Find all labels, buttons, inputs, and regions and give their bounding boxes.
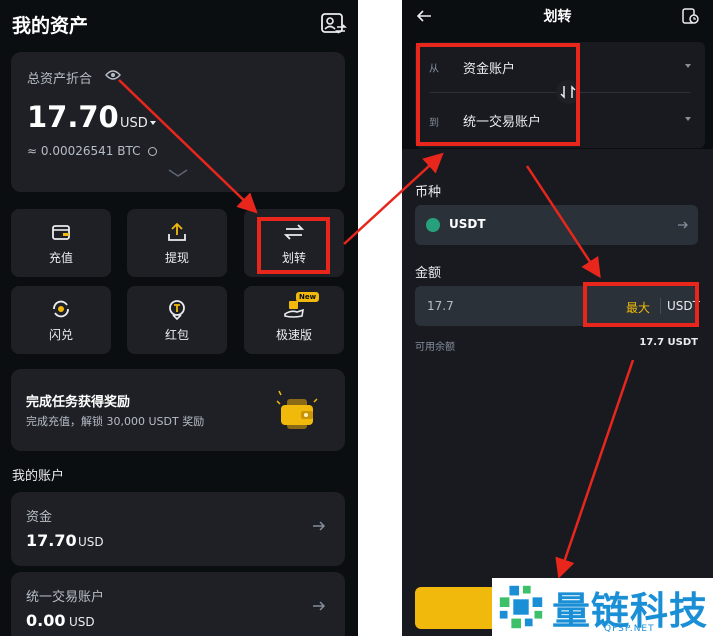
total-asset-label: 总资产折合 [27,72,93,87]
annotation-box-transfer [257,217,330,274]
funding-account-row[interactable]: 资金 17.70 USD [11,492,345,566]
withdraw-icon [168,222,186,241]
account-value: 0.00 [26,611,66,630]
watermark: 量链科技 QFSP.NET [492,578,713,636]
caret-down-icon[interactable] [150,121,156,125]
btc-value: ≈ 0.00026541 BTC [27,144,141,158]
dropdown-icon[interactable] [685,117,691,121]
annotation-box-accounts [416,43,580,146]
available-value: 17.7 USDT [639,337,698,348]
usdt-icon [426,218,440,232]
currency-selector[interactable]: USD [120,116,148,131]
total-asset-value: 17.70 [27,100,119,134]
account-unit: USD [78,535,104,549]
chevron-down-icon[interactable] [167,168,189,178]
wallet-icon [276,390,318,429]
info-icon[interactable] [148,147,158,156]
history-icon[interactable] [681,7,699,25]
deposit-label: 充值 [48,251,73,265]
deposit-button[interactable]: 充值 [11,209,111,277]
withdraw-button[interactable]: 提现 [127,209,227,277]
available-label: 可用余额 [415,342,455,353]
total-asset-card: 总资产折合 17.70 USD ≈ 0.00026541 BTC [11,52,345,192]
transfer-form: 币种 USDT 金额 17.7 最大 USDT 可用余额 17.7 USDT [402,149,713,636]
account-name: 统一交易账户 [26,590,105,605]
arrow-right-icon [678,221,688,229]
arrow-right-icon [313,601,326,611]
account-value: 17.70 [26,531,77,550]
arrow-right-icon [313,521,326,531]
lite-button[interactable]: New 极速版 [244,286,344,354]
lite-label: 极速版 [275,328,312,342]
coin-label: 币种 [415,185,442,200]
convert-button[interactable]: 闪兑 [11,286,111,354]
my-accounts-title: 我的账户 [12,469,65,484]
coin-selector[interactable]: USDT [415,205,698,245]
convert-label: 闪兑 [48,328,73,342]
task-subtitle: 完成充值，解锁 30,000 USDT 奖励 [26,415,205,428]
red-packet-label: 红包 [164,328,189,342]
convert-icon [53,300,69,318]
contacts-swap-icon[interactable] [321,12,347,36]
red-packet-icon [169,300,185,320]
amount-label: 金额 [415,266,442,281]
page-title: 我的资产 [12,15,89,37]
coin-name: USDT [449,217,486,231]
page-title: 划转 [543,9,572,25]
assets-screen: 我的资产 总资产折合 17.70 USD ≈ 0.00026541 BTC 充值 [0,0,358,636]
eye-icon[interactable] [105,69,121,81]
new-badge: New [296,292,320,302]
task-reward-card[interactable]: 完成任务获得奖励 完成充值，解锁 30,000 USDT 奖励 [11,369,345,451]
annotation-box-max [583,282,699,327]
unified-trading-account-row[interactable]: 统一交易账户 0.00 USD [11,572,345,636]
deposit-icon [52,225,70,240]
dropdown-icon[interactable] [685,64,691,68]
task-title: 完成任务获得奖励 [26,395,131,410]
red-packet-button[interactable]: 红包 [127,286,227,354]
watermark-subtext: QFSP.NET [604,624,655,634]
withdraw-label: 提现 [164,251,189,265]
watermark-logo-icon [499,585,543,629]
btc-equivalent: ≈ 0.00026541 BTC [27,144,158,158]
account-name: 资金 [26,510,53,525]
amount-value[interactable]: 17.7 [427,299,454,313]
account-unit: USD [69,615,95,629]
